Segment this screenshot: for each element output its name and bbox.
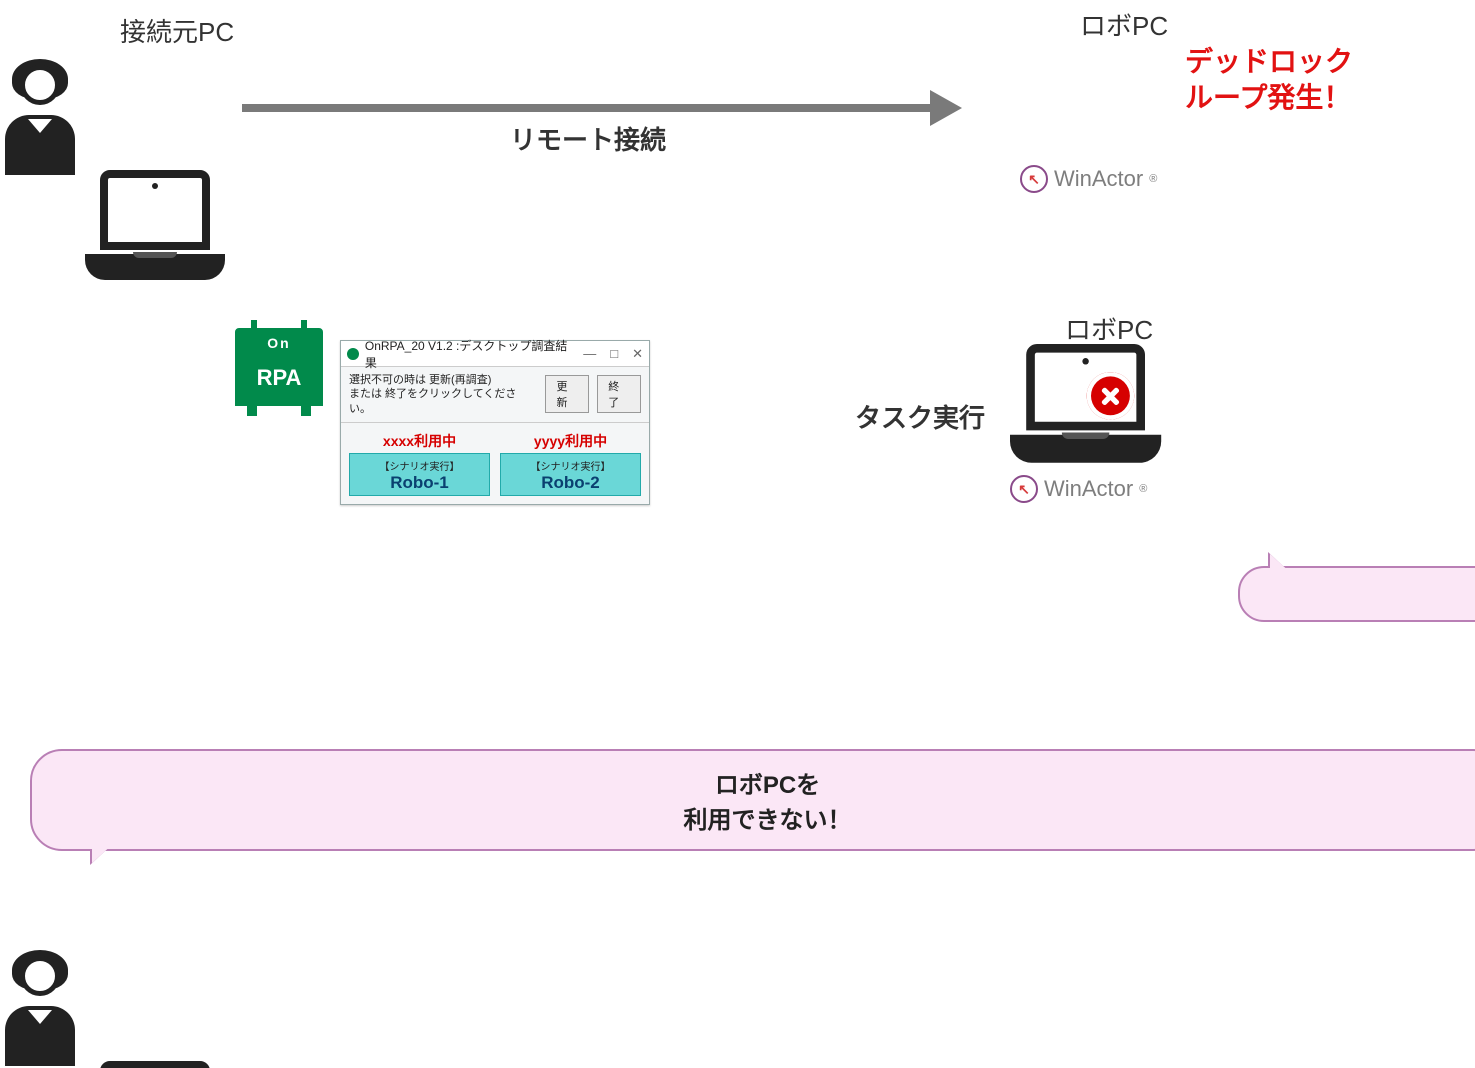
- cannot-use-bubble: ロボPCを 利用できない！: [30, 749, 1475, 851]
- user-icon: [5, 55, 75, 175]
- user-icon-bottom: [5, 946, 75, 1066]
- onrpa-on-label: On: [239, 332, 319, 354]
- slot1-name: Robo-1: [354, 473, 485, 493]
- robo-pc-label-top: ロボPC: [1080, 6, 1168, 43]
- window-title: OnRPA_20 V1.2 :デスクトップ調査結果: [365, 337, 577, 371]
- window-close-icon[interactable]: ✕: [632, 346, 643, 362]
- window-maximize-icon[interactable]: □: [610, 346, 618, 362]
- robo-laptop-top-icon: [1010, 344, 1161, 463]
- deadlock-text: デッドロック ループ発生！: [1185, 44, 1353, 117]
- robo-pc-label-bottom: ロボPC: [1065, 310, 1153, 347]
- slot2-name: Robo-2: [505, 473, 636, 493]
- onrpa-icon: On RPA: [235, 328, 323, 406]
- deadlock-line2: ループ発生！: [1185, 80, 1353, 116]
- winactor-text: WinActor: [1054, 166, 1143, 192]
- cannot-use-line2: 利用できない！: [58, 800, 1475, 835]
- arrow-label: リモート接続: [510, 120, 666, 157]
- slot1-usage: xxxx利用中: [349, 431, 490, 451]
- slot1-tag: 【シナリオ実行】: [354, 458, 485, 473]
- source-pc-label: 接続元PC: [120, 12, 234, 49]
- exit-button[interactable]: 終了: [597, 375, 641, 413]
- winactor-text-bottom: WinActor: [1044, 476, 1133, 502]
- task-exec-label: タスク実行: [855, 398, 985, 435]
- source-laptop-icon: [85, 170, 225, 280]
- winactor-logo: WinActor®: [1020, 165, 1157, 193]
- window-minimize-icon[interactable]: —: [583, 346, 596, 362]
- occupy-bubble: ロボPCを占有: [1238, 566, 1475, 622]
- onrpa-result-window: OnRPA_20 V1.2 :デスクトップ調査結果 — □ ✕ 選択不可の時は …: [340, 340, 650, 505]
- robo-slot-1[interactable]: xxxx利用中 【シナリオ実行】 Robo-1: [349, 431, 490, 496]
- robo-slot-2[interactable]: yyyy利用中 【シナリオ実行】 Robo-2: [500, 431, 641, 496]
- slot2-usage: yyyy利用中: [500, 431, 641, 451]
- cannot-use-line1: ロボPCを: [58, 765, 1475, 800]
- error-icon: [1087, 372, 1135, 420]
- window-app-icon: [347, 348, 359, 360]
- update-button[interactable]: 更新: [545, 375, 589, 413]
- window-msg-line2: または 終了をクリックしてください。: [349, 387, 537, 416]
- window-msg-line1: 選択不可の時は 更新(再調査): [349, 373, 537, 387]
- source-laptop-bottom-icon: [85, 1061, 225, 1068]
- onrpa-text: RPA: [239, 354, 319, 402]
- deadlock-line1: デッドロック: [1185, 44, 1353, 80]
- winactor-logo-bottom: WinActor®: [1010, 475, 1147, 503]
- slot2-tag: 【シナリオ実行】: [505, 458, 636, 473]
